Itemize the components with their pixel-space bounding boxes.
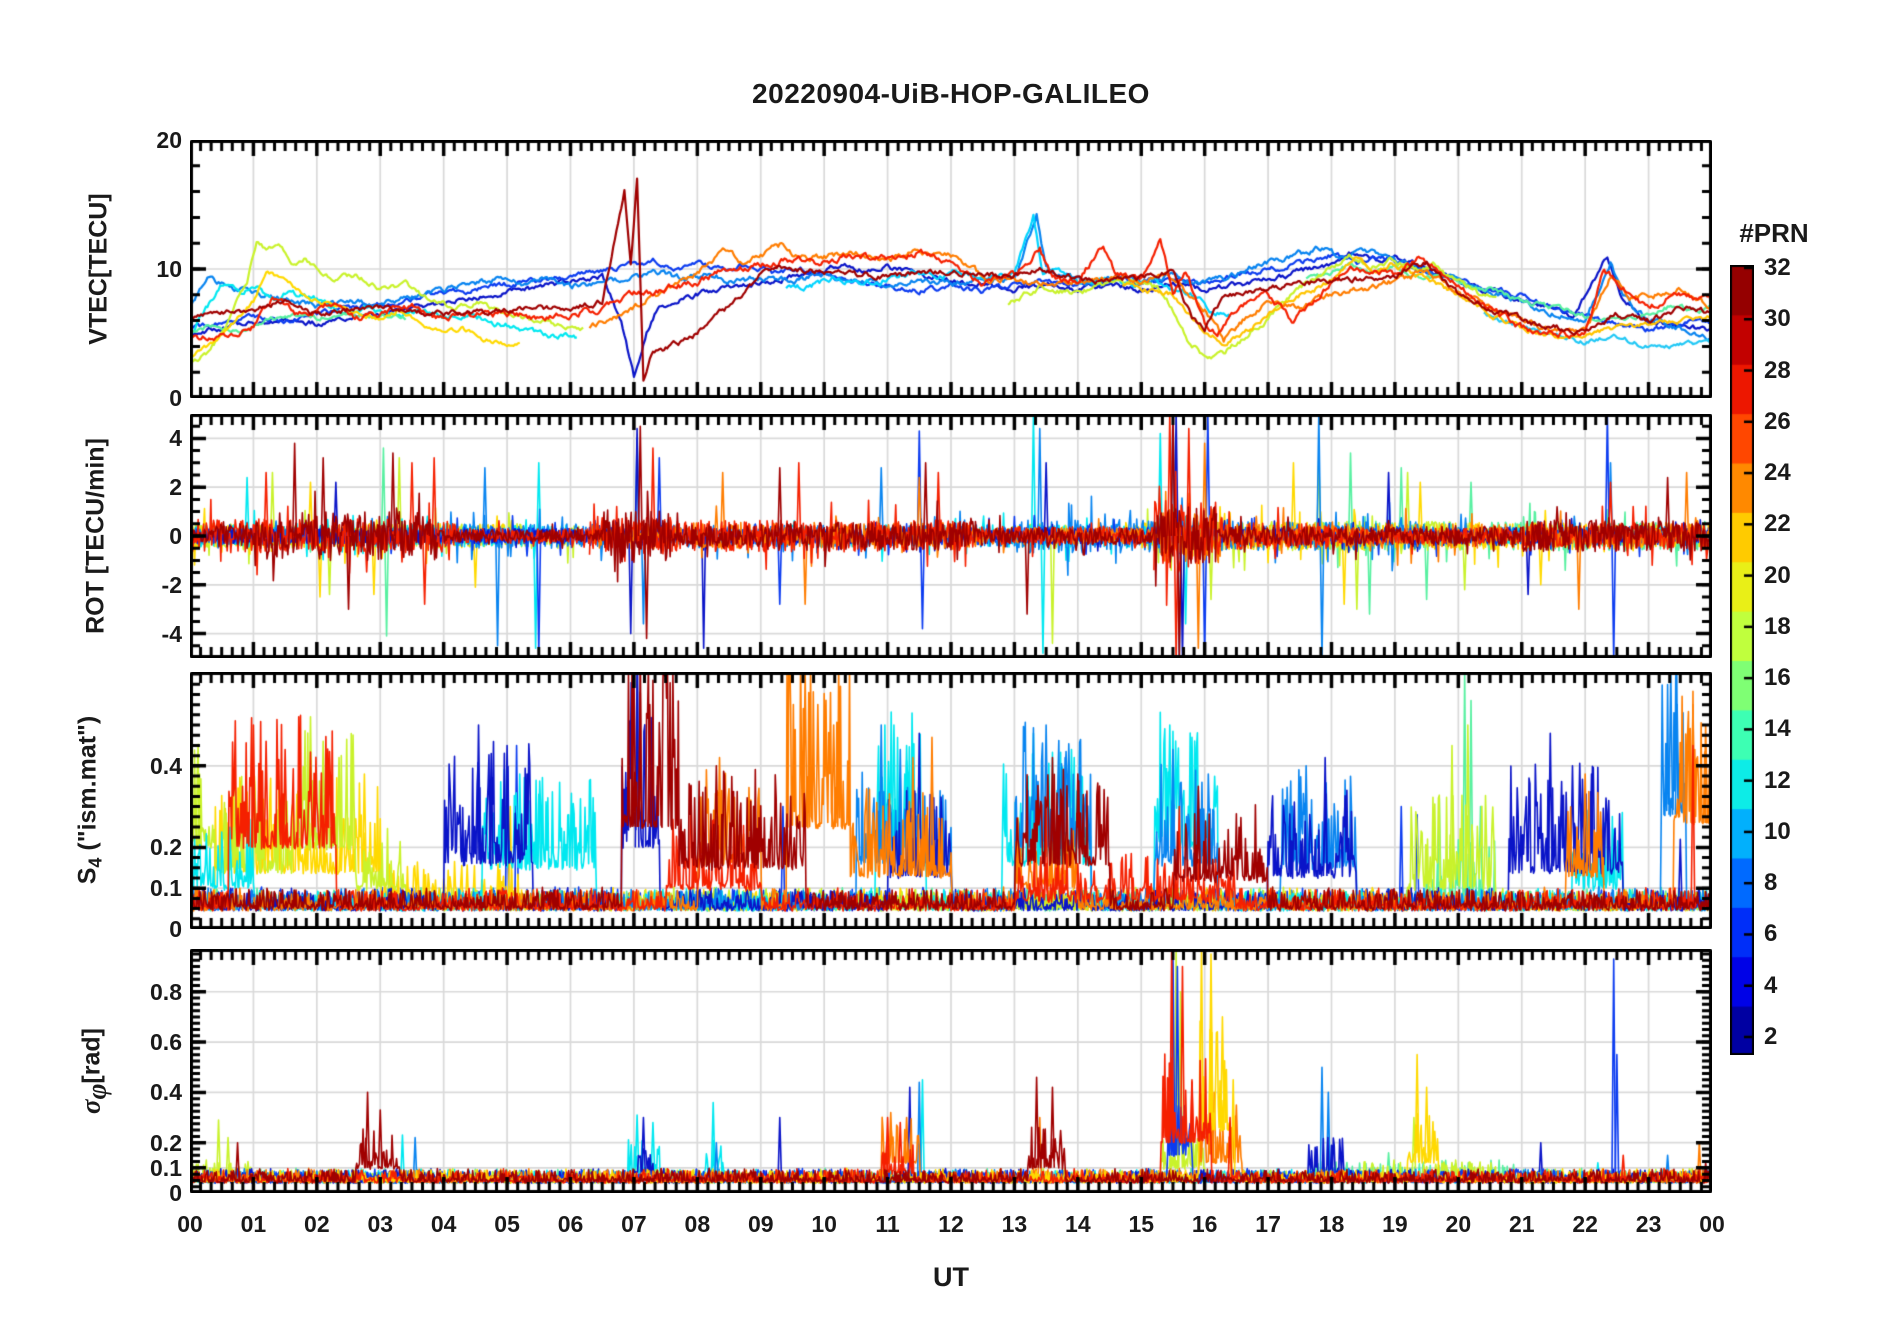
x-tick-label: 10	[811, 1211, 837, 1237]
s4-axis-label: S4 ("ism.mat")	[73, 715, 106, 885]
colorbar-tick-label: 20	[1764, 561, 1791, 589]
rot-panel-canvas	[190, 414, 1712, 658]
x-tick-label: 16	[1191, 1211, 1218, 1237]
colorbar-tick-label: 22	[1764, 510, 1791, 538]
x-tick-label: 21	[1508, 1211, 1535, 1237]
x-tick-label: 07	[621, 1211, 647, 1237]
colorbar-tick-label: 24	[1764, 459, 1791, 487]
x-tick-label: 17	[1255, 1211, 1281, 1237]
x-tick-label: 05	[494, 1211, 520, 1237]
y-tick-label: 0	[169, 523, 182, 549]
sigma-phi-panel-canvas	[190, 949, 1712, 1193]
y-tick-label: 0	[169, 916, 182, 942]
x-tick-label: 22	[1572, 1211, 1598, 1237]
colorbar-tick-label: 32	[1764, 254, 1791, 281]
x-tick-label: 00	[1699, 1211, 1725, 1237]
y-tick-label: 0.1	[150, 1154, 182, 1181]
x-tick-label: 18	[1318, 1211, 1345, 1237]
colorbar-tick-label: 30	[1764, 305, 1791, 333]
x-axis-label: UT	[933, 1262, 969, 1292]
x-tick-label: 19	[1382, 1211, 1408, 1237]
y-tick-label: 0.1	[150, 875, 182, 902]
y-tick-label: -2	[161, 571, 182, 598]
y-tick-label: 0.4	[150, 752, 182, 779]
x-tick-label: 20	[1445, 1211, 1472, 1237]
vtec-panel-canvas	[190, 140, 1712, 398]
colorbar-title: #PRN	[1739, 218, 1809, 248]
colorbar-tick-label: 6	[1764, 920, 1778, 948]
y-tick-label: -4	[161, 620, 182, 647]
y-tick-label: 10	[156, 256, 182, 282]
prn-colorbar	[1730, 265, 1754, 1055]
y-tick-label: 2	[169, 474, 182, 501]
y-tick-label: 0.8	[150, 978, 182, 1005]
colorbar-tick-label: 14	[1764, 715, 1791, 743]
figure-root: 20220904-UiB-HOP-GALILEO VTEC[TECU] ROT …	[0, 0, 1902, 1330]
y-tick-label: 0	[169, 1180, 182, 1206]
x-tick-label: 13	[1001, 1211, 1028, 1237]
x-tick-label: 15	[1128, 1211, 1155, 1237]
colorbar-tick-label: 2	[1764, 1022, 1778, 1050]
x-tick-label: 11	[875, 1211, 900, 1237]
x-tick-label: 02	[304, 1211, 330, 1237]
colorbar-tick-label: 12	[1764, 766, 1791, 794]
colorbar-tick-label: 28	[1764, 356, 1791, 384]
x-tick-label: 23	[1635, 1211, 1662, 1237]
x-tick-label: 08	[684, 1211, 711, 1237]
y-tick-label: 4	[169, 425, 182, 452]
colorbar-tick-label: 16	[1764, 664, 1791, 692]
x-tick-label: 09	[747, 1211, 774, 1237]
y-tick-label: 0	[169, 385, 182, 411]
x-tick-label: 01	[240, 1211, 267, 1237]
x-tick-label: 00	[177, 1211, 203, 1237]
y-tick-label: 0.6	[150, 1029, 182, 1056]
x-tick-label: 14	[1065, 1211, 1091, 1237]
colorbar-tick-label: 4	[1764, 971, 1778, 999]
y-tick-label: 0.2	[150, 1129, 182, 1156]
y-tick-label: 20	[156, 127, 182, 153]
x-tick-label: 06	[557, 1211, 584, 1237]
s4-panel-canvas	[190, 672, 1712, 929]
colorbar-tick-label: 8	[1764, 869, 1778, 897]
colorbar-tick-label: 26	[1764, 407, 1791, 435]
x-tick-label: 04	[430, 1211, 457, 1237]
y-tick-label: 0.2	[150, 834, 182, 861]
x-tick-label: 12	[938, 1211, 964, 1237]
chart-title: 20220904-UiB-HOP-GALILEO	[752, 78, 1150, 109]
colorbar-tick-label: 10	[1764, 817, 1791, 845]
x-tick-label: 03	[367, 1211, 394, 1237]
colorbar-tick-label: 18	[1764, 612, 1791, 640]
y-tick-label: 0.4	[150, 1079, 182, 1106]
